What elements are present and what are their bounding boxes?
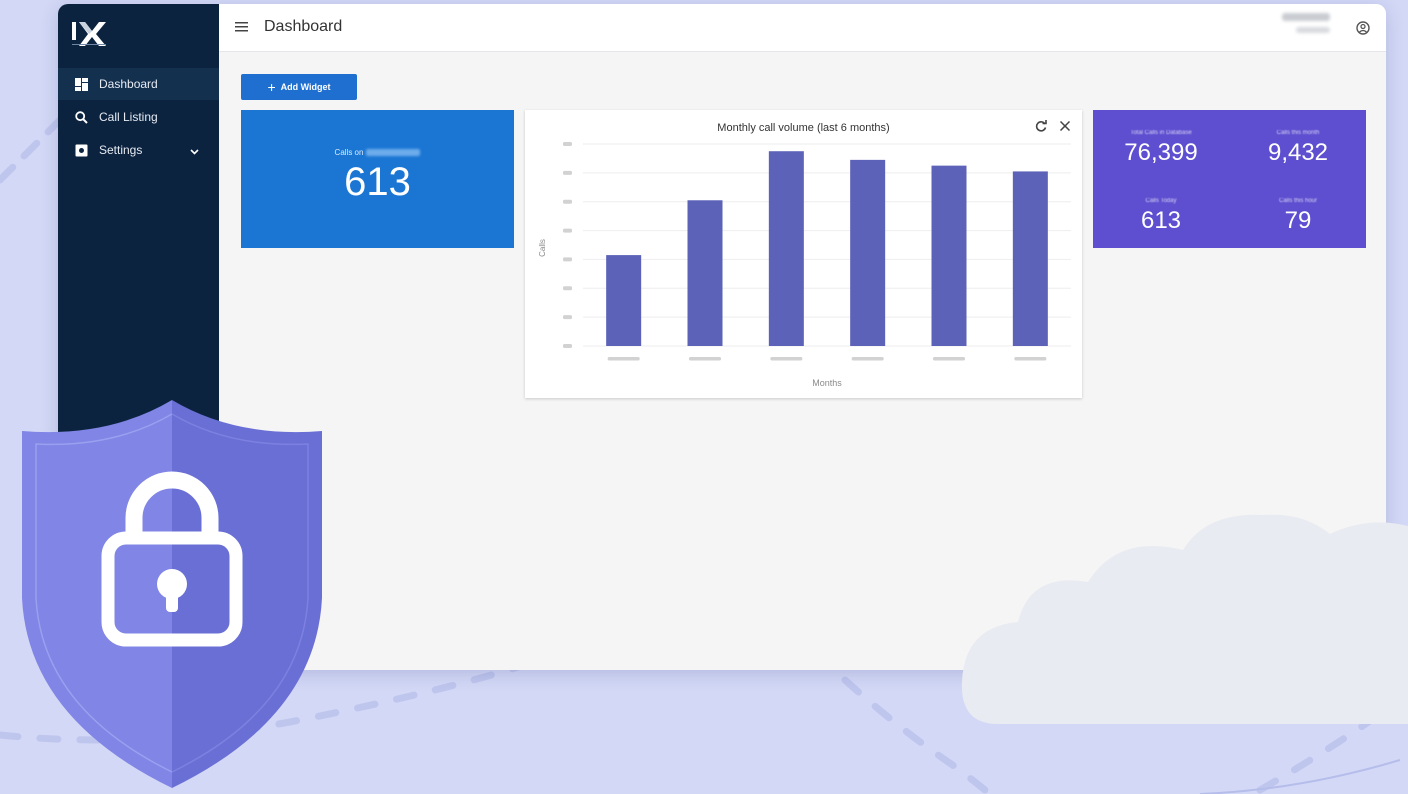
x-tick-label xyxy=(851,357,884,361)
close-icon[interactable] xyxy=(1058,119,1072,133)
plus-icon: + xyxy=(267,79,276,95)
calls-today-widget: Calls on 613 xyxy=(241,110,514,248)
y-tick-label xyxy=(563,344,572,348)
stat-value: 9,432 xyxy=(1267,139,1329,166)
bar xyxy=(606,255,642,346)
security-shield-icon xyxy=(22,400,322,788)
add-widget-button[interactable]: + Add Widget xyxy=(241,74,357,100)
add-widget-label: Add Widget xyxy=(280,82,331,92)
stat-calls-month: Calls this month 9,432 xyxy=(1230,130,1366,167)
stat-label: Calls this hour xyxy=(1278,198,1317,204)
account-icon[interactable] xyxy=(1356,21,1370,35)
bar xyxy=(931,165,967,346)
chart-title: Monthly call volume (last 6 months) xyxy=(717,122,890,134)
page-title: Dashboard xyxy=(264,18,343,35)
stat-value: 613 xyxy=(1140,207,1182,234)
user-name-redacted xyxy=(1282,13,1330,21)
calls-today-label: Calls on xyxy=(241,148,514,157)
bar xyxy=(687,200,723,346)
menu-icon[interactable] xyxy=(235,20,251,34)
calls-today-value: 613 xyxy=(344,160,411,204)
y-tick-label xyxy=(563,315,572,320)
dashboard-icon xyxy=(74,77,88,91)
y-tick-label xyxy=(563,142,572,146)
ix-logo xyxy=(72,22,106,46)
x-tick-label xyxy=(689,357,721,361)
y-tick-label xyxy=(563,170,572,175)
call-stats-widget: Total Calls in Database 76,399 Calls thi… xyxy=(1093,110,1366,248)
redacted-date xyxy=(366,149,421,157)
sidebar-item-call-listing[interactable]: Call Listing xyxy=(58,101,219,133)
x-tick-label xyxy=(933,357,965,361)
sidebar-item-label: Dashboard xyxy=(99,77,158,91)
stat-value: 76,399 xyxy=(1124,139,1198,166)
call-volume-widget: Months Calls Monthly call volume (last 6 … xyxy=(525,110,1082,398)
stat-value: 79 xyxy=(1284,207,1312,234)
sidebar-item-label: Settings xyxy=(99,143,143,157)
refresh-icon[interactable] xyxy=(1034,119,1048,133)
x-axis-title: Months xyxy=(812,378,842,388)
stat-calls-hour: Calls this hour 79 xyxy=(1230,198,1366,235)
y-tick-label xyxy=(563,286,572,291)
cloud-icon xyxy=(961,514,1408,724)
y-tick-label xyxy=(563,228,572,233)
stat-label: Calls Today xyxy=(1145,198,1177,204)
stat-label: Total Calls in Database xyxy=(1130,130,1192,136)
user-role-redacted xyxy=(1296,27,1330,33)
x-tick-label xyxy=(607,357,640,361)
x-tick-label xyxy=(1014,357,1047,361)
sidebar-item-dashboard[interactable]: Dashboard xyxy=(58,68,219,100)
stat-calls-today: Calls Today 613 xyxy=(1093,198,1229,235)
stat-label: Calls this month xyxy=(1276,130,1320,136)
y-tick-label xyxy=(563,257,572,262)
y-axis-title: Calls xyxy=(538,239,547,257)
bar xyxy=(850,159,886,346)
x-tick-label xyxy=(770,357,803,361)
search-icon xyxy=(74,110,88,124)
sidebar-item-settings[interactable]: Settings xyxy=(58,134,219,166)
sidebar-item-label: Call Listing xyxy=(99,110,158,124)
y-tick-label xyxy=(563,199,572,204)
bar xyxy=(1012,171,1048,346)
bar xyxy=(768,151,804,346)
call-volume-chart: Months Calls xyxy=(538,142,1071,388)
top-bar: Dashboard xyxy=(219,4,1386,52)
chevron-down-icon[interactable] xyxy=(190,144,199,158)
stat-total-calls: Total Calls in Database 76,399 xyxy=(1093,130,1229,167)
settings-icon xyxy=(74,143,88,157)
